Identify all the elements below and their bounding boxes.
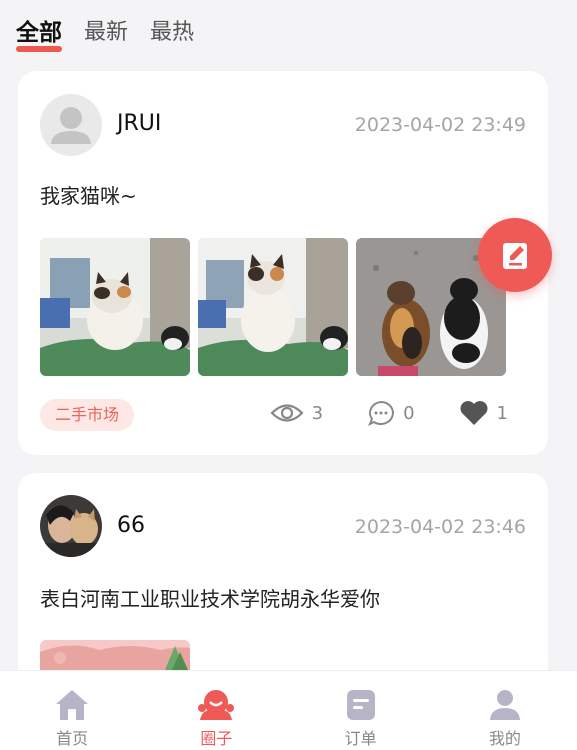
nav-circle-label: 圈子 — [200, 729, 233, 748]
view-count-value: 3 — [311, 402, 324, 424]
active-tab-indicator — [16, 46, 62, 52]
nav-home[interactable]: 首页 — [0, 671, 144, 750]
post-stats: 3 0 1 — [270, 400, 508, 426]
like-count[interactable]: 1 — [459, 400, 508, 426]
home-icon — [56, 690, 89, 720]
post-photo[interactable] — [198, 238, 348, 376]
post-content: 我家猫咪~ — [40, 184, 137, 208]
cat-photo-image — [40, 238, 190, 376]
order-icon — [346, 690, 375, 720]
nav-orders-label: 订单 — [344, 729, 377, 748]
feed-tabs: 全部 最新 最热 — [16, 18, 194, 52]
nav-home-label: 首页 — [56, 729, 89, 748]
post-time: 2023-04-02 23:49 — [354, 114, 526, 136]
post-photo[interactable] — [40, 640, 190, 670]
view-count: 3 — [270, 402, 323, 424]
tab-latest[interactable]: 最新 — [84, 18, 128, 48]
tab-all-label: 全部 — [16, 20, 62, 46]
nav-profile[interactable]: 我的 — [433, 671, 577, 750]
post-photo[interactable] — [40, 238, 190, 376]
default-avatar-icon — [51, 107, 91, 144]
photo-grid — [40, 238, 506, 376]
comment-count-value: 0 — [403, 402, 415, 424]
circle-icon — [198, 690, 235, 720]
like-count-value: 1 — [496, 402, 508, 424]
category-tag[interactable]: 二手市场 — [40, 399, 135, 431]
user-photo-avatar — [40, 495, 102, 557]
eye-icon — [270, 404, 304, 422]
post-card[interactable]: 66 2023-04-02 23:46 表白河南工业职业技术学院胡永华爱你 — [18, 473, 548, 703]
bottom-nav: 首页 圈子 订单 我的 — [0, 670, 577, 750]
post-time: 2023-04-02 23:46 — [354, 516, 526, 538]
avatar[interactable] — [40, 94, 102, 156]
nav-circle[interactable]: 圈子 — [144, 671, 288, 750]
nav-orders[interactable]: 订单 — [289, 671, 433, 750]
tab-all[interactable]: 全部 — [16, 18, 62, 52]
illustration-image — [40, 640, 190, 670]
heart-icon — [460, 401, 488, 425]
create-post-button[interactable] — [478, 218, 552, 292]
tab-hottest-label: 最热 — [150, 20, 195, 45]
username[interactable]: JRUI — [117, 111, 161, 136]
cat-photo-image — [198, 238, 348, 376]
comment-icon — [368, 400, 394, 426]
nav-profile-label: 我的 — [488, 729, 521, 748]
edit-icon — [503, 243, 527, 269]
username[interactable]: 66 — [117, 513, 145, 538]
post-content: 表白河南工业职业技术学院胡永华爱你 — [40, 587, 380, 611]
user-icon — [489, 690, 520, 720]
post-card[interactable]: JRUI 2023-04-02 23:49 我家猫咪~ 二手市场 3 0 1 — [18, 71, 548, 455]
comment-count[interactable]: 0 — [367, 400, 415, 426]
tab-latest-label: 最新 — [84, 20, 129, 45]
avatar[interactable] — [40, 495, 102, 557]
tab-hottest[interactable]: 最热 — [150, 18, 194, 48]
